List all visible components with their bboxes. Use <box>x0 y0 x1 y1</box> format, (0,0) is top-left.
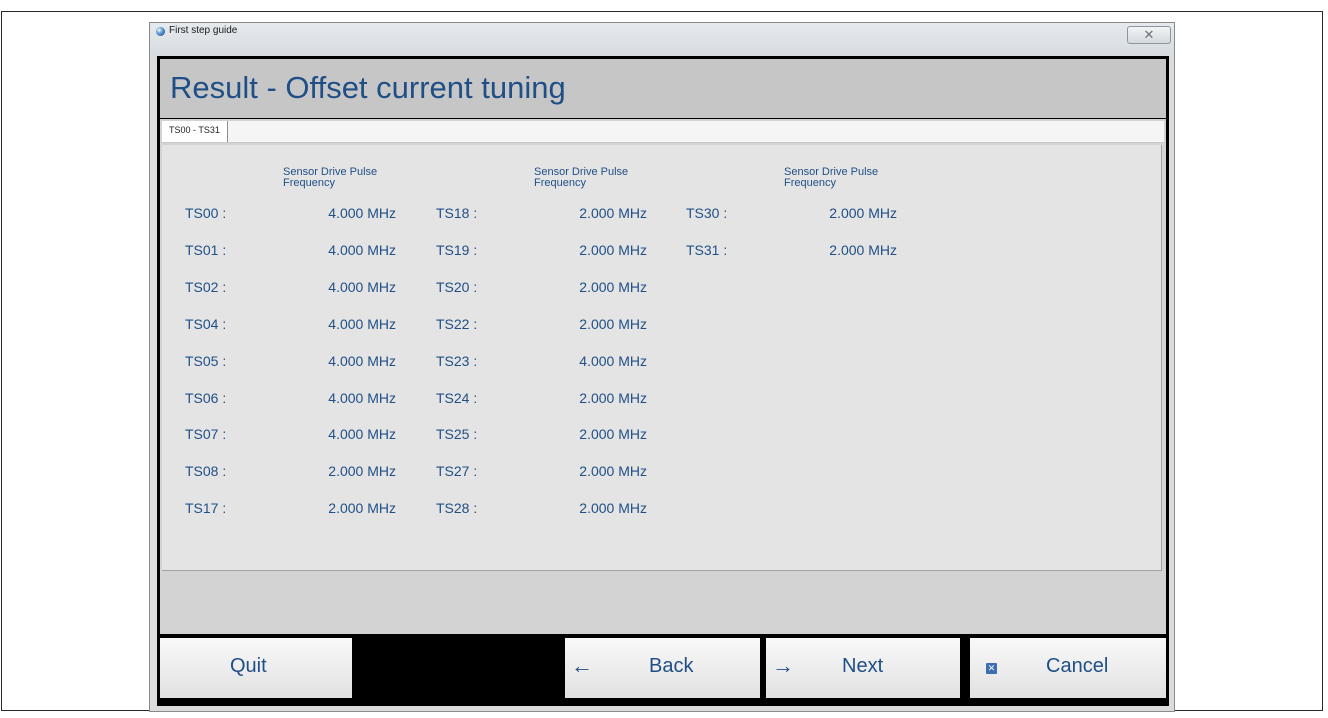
sensor-frequency-value: 2.000 MHz <box>579 426 647 442</box>
sensor-frequency-value: 2.000 MHz <box>829 242 897 258</box>
back-button[interactable]: ← Back <box>565 638 760 698</box>
sensor-frequency-value: 2.000 MHz <box>579 390 647 406</box>
sensor-label: TS00 : <box>185 205 227 221</box>
sensor-label: TS01 : <box>185 242 227 258</box>
sensor-label: TS25 : <box>436 426 478 442</box>
page-title: Result - Offset current tuning <box>170 70 566 105</box>
sensor-label: TS22 : <box>436 316 478 332</box>
sensor-label: TS31 : <box>686 242 728 258</box>
app-icon <box>156 27 165 36</box>
sensor-label: TS30 : <box>686 205 728 221</box>
sensor-label: TS24 : <box>436 390 478 406</box>
wizard-client: Result - Offset current tuning TS00 - TS… <box>157 56 1169 706</box>
quit-label: Quit <box>230 655 267 677</box>
sensor-frequency-value: 4.000 MHz <box>328 279 396 295</box>
sensor-frequency-value: 2.000 MHz <box>579 316 647 332</box>
tab-strip: TS00 - TS31 <box>162 121 1164 143</box>
sensor-frequency-value: 2.000 MHz <box>829 205 897 221</box>
column-header: Sensor Drive Pulse Frequency <box>534 166 629 189</box>
window-title: First step guide <box>169 25 238 36</box>
arrow-right-icon: → <box>772 653 794 678</box>
sensor-label: TS08 : <box>185 463 227 479</box>
sensor-frequency-value: 4.000 MHz <box>579 353 647 369</box>
sensor-frequency-value: 2.000 MHz <box>328 463 396 479</box>
button-bar: Quit ← Back → Next ✕ Cancel <box>160 636 1166 703</box>
cancel-button[interactable]: ✕ Cancel <box>970 638 1166 698</box>
sensor-frequency-value: 2.000 MHz <box>579 500 647 516</box>
next-label: Next <box>842 655 884 677</box>
arrow-left-icon: ← <box>571 653 593 678</box>
column-header: Sensor Drive Pulse Frequency <box>784 166 879 189</box>
sensor-frequency-value: 2.000 MHz <box>328 500 396 516</box>
sensor-label: TS05 : <box>185 353 227 369</box>
sensor-frequency-value: 4.000 MHz <box>328 390 396 406</box>
sensor-label: TS19 : <box>436 242 478 258</box>
cancel-label: Cancel <box>1046 655 1109 677</box>
sensor-label: TS18 : <box>436 205 478 221</box>
sensor-frequency-value: 4.000 MHz <box>328 426 396 442</box>
next-button[interactable]: → Next <box>766 638 960 698</box>
result-panel: Sensor Drive Pulse Frequency TS00 : 4.000 … <box>162 145 1162 571</box>
sensor-label: TS23 : <box>436 353 478 369</box>
title-bar: First step guide ✕ <box>150 23 1174 57</box>
sensor-label: TS27 : <box>436 463 478 479</box>
sensor-label: TS07 : <box>185 426 227 442</box>
cancel-icon: ✕ <box>986 663 997 674</box>
window-close-button[interactable]: ✕ <box>1127 26 1171 44</box>
sensor-frequency-value: 2.000 MHz <box>579 463 647 479</box>
sensor-label: TS02 : <box>185 279 227 295</box>
column-header: Sensor Drive Pulse Frequency <box>283 166 378 189</box>
close-icon: ✕ <box>1143 27 1155 42</box>
sensor-label: TS20 : <box>436 279 478 295</box>
sensor-frequency-value: 4.000 MHz <box>328 353 396 369</box>
content-area: TS00 - TS31 Sensor Drive Pulse Frequency… <box>160 119 1166 634</box>
sensor-frequency-value: 4.000 MHz <box>328 205 396 221</box>
sensor-label: TS28 : <box>436 500 478 516</box>
sensor-label: TS04 : <box>185 316 227 332</box>
tab-ts00-ts31[interactable]: TS00 - TS31 <box>162 121 228 142</box>
sensor-frequency-value: 2.000 MHz <box>579 242 647 258</box>
wizard-window: First step guide ✕ Result - Offset curre… <box>149 22 1175 712</box>
sensor-frequency-value: 4.000 MHz <box>328 242 396 258</box>
sensor-frequency-value: 2.000 MHz <box>579 205 647 221</box>
sensor-frequency-value: 2.000 MHz <box>579 279 647 295</box>
quit-button[interactable]: Quit <box>160 638 352 698</box>
back-label: Back <box>649 655 694 677</box>
sensor-frequency-value: 4.000 MHz <box>328 316 396 332</box>
page-header: Result - Offset current tuning <box>160 59 1166 118</box>
sensor-label: TS17 : <box>185 500 227 516</box>
sensor-label: TS06 : <box>185 390 227 406</box>
